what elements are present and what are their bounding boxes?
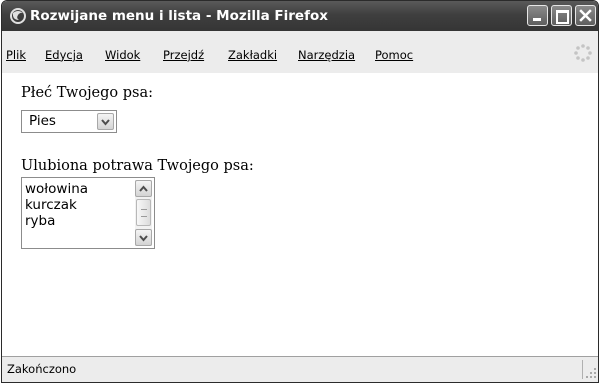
- scroll-down-button[interactable]: [135, 229, 152, 246]
- browser-window: Rozwijane menu i lista - Mozilla Firefox…: [1, 0, 599, 383]
- food-label: Ulubiona potrawa Twojego psa:: [21, 158, 254, 174]
- menu-item-plik[interactable]: Plik: [6, 48, 26, 62]
- menu-item-widok[interactable]: Widok: [105, 48, 140, 62]
- close-icon: [579, 9, 592, 22]
- menu-item-edycja[interactable]: Edycja: [45, 48, 83, 62]
- menu-item-zakladki[interactable]: Zakładki: [228, 48, 277, 62]
- menu-item-przejdz[interactable]: Przejdź: [163, 48, 204, 62]
- list-item-kurczak[interactable]: kurczak: [25, 197, 77, 213]
- scroll-up-button[interactable]: [135, 180, 152, 197]
- gender-select-value: Pies: [29, 113, 56, 129]
- status-divider: [582, 360, 583, 379]
- dropdown-button[interactable]: [97, 113, 114, 130]
- listbox-scrollbar[interactable]: [135, 180, 152, 246]
- minimize-button[interactable]: [527, 5, 548, 26]
- title-bar[interactable]: Rozwijane menu i lista - Mozilla Firefox: [2, 1, 598, 31]
- chevron-up-icon: [139, 185, 148, 192]
- close-button[interactable]: [575, 5, 596, 26]
- gender-label: Płeć Twojego psa:: [21, 85, 154, 101]
- status-text: Zakończono: [7, 362, 77, 376]
- window-title: Rozwijane menu i lista - Mozilla Firefox: [30, 8, 328, 24]
- gender-select[interactable]: Pies: [21, 110, 117, 133]
- chevron-down-icon: [101, 119, 110, 126]
- list-item-ryba[interactable]: ryba: [25, 213, 55, 229]
- chevron-down-icon: [139, 235, 148, 242]
- maximize-button[interactable]: [551, 5, 572, 26]
- list-item-wolowina[interactable]: wołowina: [25, 181, 88, 197]
- status-bar: Zakończono: [2, 356, 598, 382]
- scroll-thumb[interactable]: [136, 199, 151, 226]
- firefox-icon: [9, 7, 27, 25]
- food-listbox[interactable]: wołowina kurczak ryba: [21, 177, 155, 249]
- resize-grip-icon[interactable]: [586, 368, 597, 379]
- menu-item-narzedzia[interactable]: Narzędzia: [298, 48, 355, 62]
- menu-item-pomoc[interactable]: Pomoc: [375, 48, 413, 62]
- throbber-icon: [574, 44, 592, 62]
- page-content: Płeć Twojego psa: Pies Ulubiona potrawa …: [2, 73, 598, 356]
- menu-bar: Plik Edycja Widok Przejdź Zakładki Narzę…: [2, 31, 598, 73]
